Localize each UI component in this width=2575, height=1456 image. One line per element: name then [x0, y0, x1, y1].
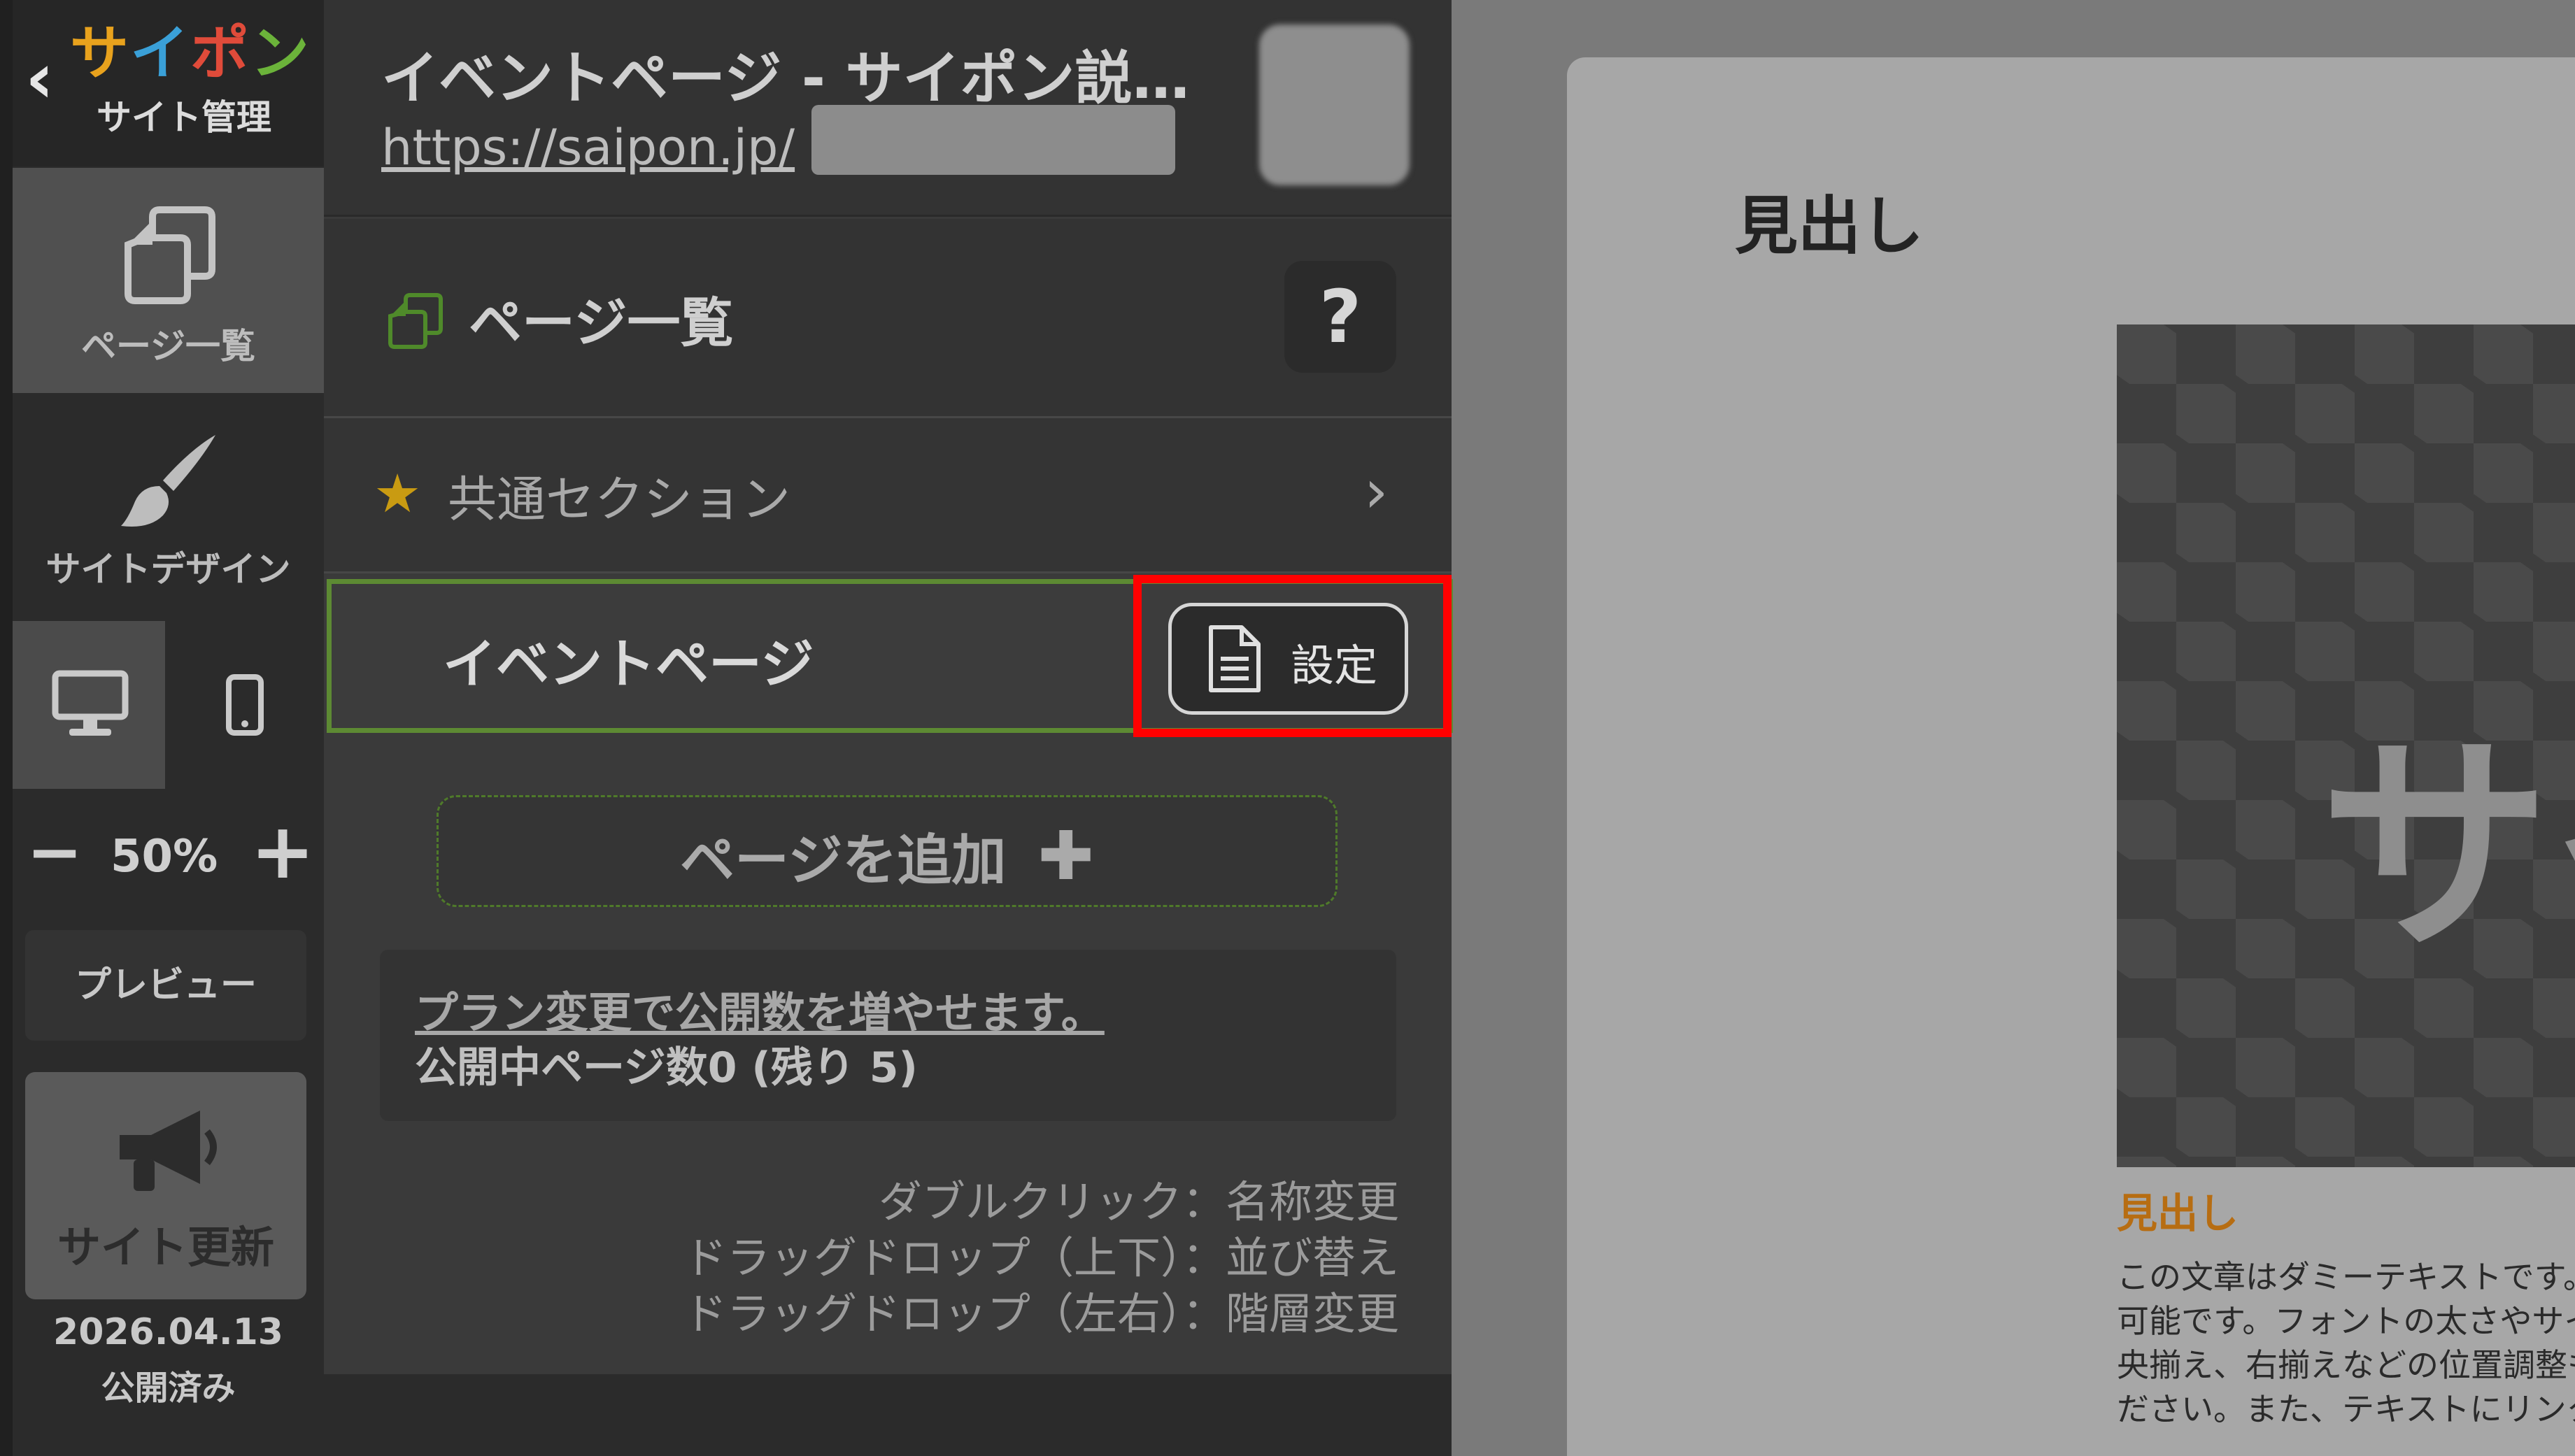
canvas-body-line: 可能です。フォントの太さやサイ — [2117, 1302, 2575, 1340]
url-redacted — [811, 105, 1175, 175]
public-page-count: 公開中ページ数0 (残り 5) — [415, 1043, 918, 1092]
common-section-label: 共通セクション — [448, 471, 790, 528]
hint-rename: ダブルクリック：名称変更 — [878, 1176, 1399, 1227]
chevron-right-icon[interactable]: › — [1364, 462, 1388, 522]
help-button[interactable]: ? — [1284, 261, 1396, 373]
site-update-label: サイト更新 — [57, 1222, 274, 1273]
zoom-control: − 50% + — [13, 811, 324, 895]
nav-pages-button[interactable]: ページ一覧 — [13, 168, 324, 393]
star-icon: ★ — [374, 462, 422, 524]
plus-icon: ✚ — [1037, 817, 1095, 895]
plan-change-link[interactable]: プラン変更で公開数を増やせます。 — [415, 978, 1105, 1041]
rail-edge — [0, 0, 13, 1456]
device-pc-toggle[interactable] — [13, 621, 165, 789]
zoom-level: 50% — [111, 831, 218, 883]
canvas-body-line: 央揃え、右揃えなどの位置調整も — [2117, 1346, 2575, 1384]
desktop-icon — [52, 670, 129, 736]
placeholder-image-text: サイ — [2320, 713, 2575, 982]
add-page-text: ページを追加 — [679, 829, 1007, 892]
canvas-body-line: ださい。また、テキストにリンク — [2117, 1390, 2575, 1428]
zoom-out-button[interactable]: − — [27, 818, 83, 885]
canvas-body-line: この文章はダミーテキストです。 — [2117, 1258, 2575, 1296]
page-list-title: ページ一覧 — [469, 292, 734, 354]
smartphone-icon — [226, 674, 264, 736]
back-chevron-icon[interactable]: ‹ — [25, 43, 54, 113]
app-logo: サイポン — [70, 19, 311, 87]
hint-reorder: ドラッグドロップ（上下）：並び替え — [683, 1232, 1399, 1283]
megaphone-icon — [120, 1111, 217, 1191]
hint-hierarchy: ドラッグドロップ（左右）：階層変更 — [683, 1288, 1399, 1339]
add-page-label: ページを追加 ✚ — [439, 817, 1335, 895]
zoom-in-button[interactable]: + — [250, 813, 315, 890]
site-url-link[interactable]: https://saipon.jp/ — [381, 119, 795, 176]
plan-info-box: プラン変更で公開数を増やせます。 公開中ページ数0 (残り 5) — [380, 950, 1396, 1121]
site-thumbnail[interactable] — [1259, 24, 1410, 185]
logo-subtitle: サイト管理 — [97, 97, 271, 138]
nav-design-button[interactable]: サイトデザイン — [13, 393, 324, 620]
nav-pages-label: ページ一覧 — [81, 326, 255, 366]
site-title: イベントページ - サイポン説… — [381, 45, 1186, 112]
add-page-button[interactable]: ページを追加 ✚ — [437, 795, 1338, 907]
paintbrush-icon — [121, 435, 215, 527]
page-item-label: イベントページ — [443, 633, 814, 695]
canvas-subheading: 見出し — [2117, 1190, 2239, 1237]
logo-area[interactable]: ‹ サイポン サイト管理 — [13, 0, 324, 166]
document-icon — [1209, 625, 1261, 692]
placeholder-image: サイ — [2117, 324, 2575, 1167]
page-settings-button[interactable]: 設定 — [1168, 603, 1408, 715]
publish-date: 2026.04.13 — [53, 1311, 283, 1353]
site-update-button[interactable]: サイト更新 — [25, 1072, 306, 1299]
pages-icon — [388, 293, 443, 349]
device-mobile-toggle[interactable] — [165, 621, 324, 789]
canvas-heading: 見出し — [1735, 190, 1924, 263]
pages-icon — [125, 206, 215, 304]
nav-design-label: サイトデザイン — [45, 549, 291, 590]
page-settings-label: 設定 — [1291, 640, 1378, 691]
panel-footer — [324, 1374, 1452, 1456]
preview-button[interactable]: プレビュー — [25, 930, 306, 1041]
publish-status: 公開済み — [101, 1369, 236, 1408]
